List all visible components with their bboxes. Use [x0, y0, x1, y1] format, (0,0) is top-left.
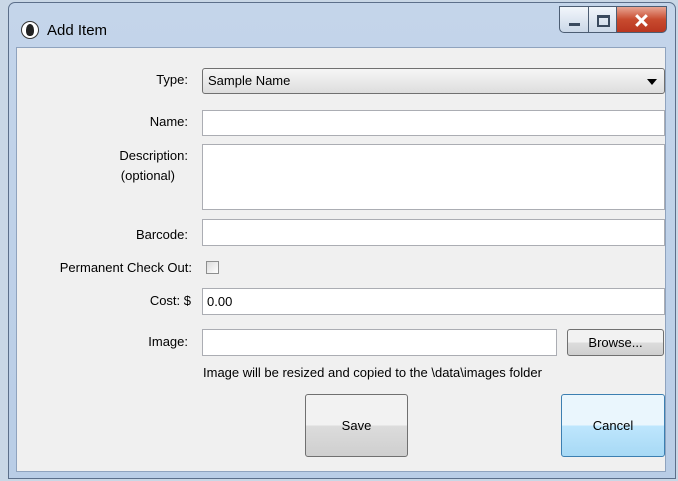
minimize-button[interactable] [559, 6, 589, 33]
cost-label: Cost: $ [149, 293, 191, 308]
image-hint-text: Image will be resized and copied to the … [203, 365, 542, 380]
dropdown-arrow-icon[interactable] [647, 79, 657, 85]
save-button[interactable]: Save [305, 394, 408, 457]
type-select[interactable]: Sample Name [202, 68, 665, 94]
barcode-label: Barcode: [135, 227, 188, 242]
description-textarea[interactable] [202, 144, 665, 210]
cancel-button[interactable]: Cancel [561, 394, 665, 457]
description-label: Description: [119, 148, 188, 163]
add-item-window: Add Item Type: Sample Name Name: Descrip… [8, 2, 676, 479]
permanent-checkout-checkbox[interactable] [206, 261, 219, 274]
title-bar[interactable]: Add Item [9, 3, 675, 47]
name-input[interactable] [202, 110, 665, 136]
window-title: Add Item [47, 22, 108, 39]
app-icon [21, 21, 39, 39]
barcode-input[interactable] [202, 219, 665, 246]
close-button[interactable] [617, 6, 667, 33]
browse-button[interactable]: Browse... [567, 329, 664, 356]
form-panel: Type: Sample Name Name: Description: (op… [16, 47, 666, 472]
image-path-input[interactable] [202, 329, 557, 356]
cost-input[interactable] [202, 288, 665, 315]
image-label: Image: [148, 334, 188, 349]
window-controls [559, 6, 667, 34]
maximize-button[interactable] [589, 6, 617, 33]
type-select-value: Sample Name [208, 73, 291, 88]
type-label: Type: [156, 72, 188, 87]
description-optional-label: (optional) [120, 168, 175, 183]
name-label: Name: [149, 114, 188, 129]
permanent-checkout-label: Permanent Check Out: [59, 260, 192, 275]
